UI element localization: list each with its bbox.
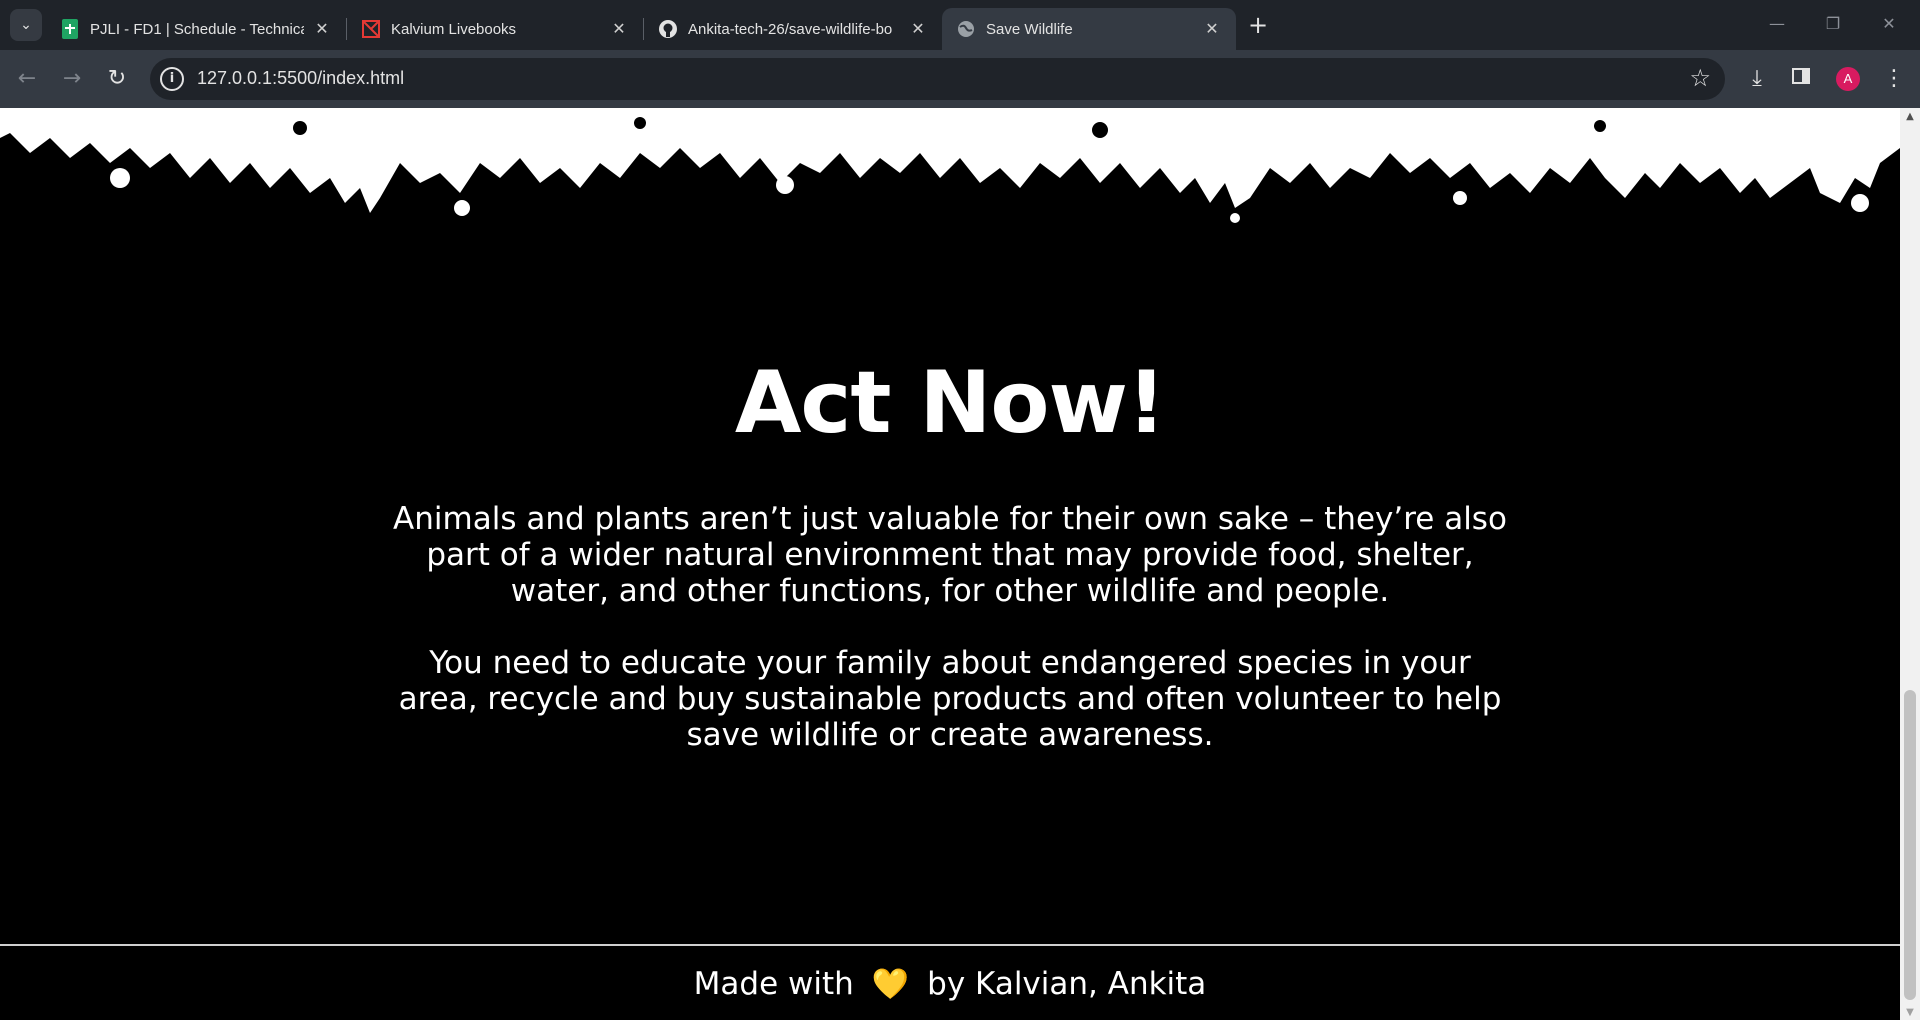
kalvium-icon <box>361 19 381 39</box>
scroll-down-arrow-icon[interactable]: ▼ <box>1904 1008 1916 1018</box>
footer: Made with 💛 by Kalvian, Ankita <box>0 966 1900 1002</box>
footer-prefix: Made with <box>693 966 854 1002</box>
reload-icon: ↻ <box>107 66 127 91</box>
bookmark-star-icon[interactable]: ☆ <box>1689 64 1711 92</box>
close-icon[interactable]: ✕ <box>312 19 332 39</box>
address-bar[interactable]: i 127.0.0.1:5500/index.html ☆ <box>150 58 1725 100</box>
tab-github-repo[interactable]: Ankita-tech-26/save-wildlife-bo ✕ <box>644 8 942 50</box>
minimize-button[interactable]: — <box>1757 10 1797 38</box>
plus-icon: + <box>1247 11 1269 39</box>
action-paragraph: You need to educate your family about en… <box>398 645 1502 753</box>
restore-icon: ❐ <box>1825 14 1841 33</box>
side-panel-icon <box>1792 66 1810 91</box>
globe-icon <box>956 19 976 39</box>
vertical-scrollbar[interactable]: ▲ ▼ <box>1900 108 1920 1020</box>
side-panel-button[interactable] <box>1786 64 1816 94</box>
close-icon[interactable]: ✕ <box>908 19 928 39</box>
tab-pjli-schedule[interactable]: PJLI - FD1 | Schedule - Technica ✕ <box>46 8 346 50</box>
tab-kalvium-livebooks[interactable]: Kalvium Livebooks ✕ <box>347 8 643 50</box>
page-viewport: Act Now! Animals and plants aren’t just … <box>0 108 1900 1020</box>
restore-button[interactable]: ❐ <box>1813 10 1853 38</box>
github-icon <box>658 19 678 39</box>
page-title: Act Now! <box>734 353 1166 453</box>
paint-splatter-decoration <box>0 108 1900 223</box>
tab-title: Save Wildlife <box>986 20 1073 38</box>
close-icon[interactable]: ✕ <box>1202 19 1222 39</box>
chevron-down-icon: ⌄ <box>20 17 32 33</box>
footer-credit: by Kalvian, Ankita <box>927 966 1207 1002</box>
tab-save-wildlife[interactable]: Save Wildlife ✕ <box>942 8 1236 50</box>
new-tab-button[interactable]: + <box>1244 12 1272 40</box>
tab-search-button[interactable]: ⌄ <box>10 9 42 41</box>
heart-icon: 💛 <box>871 967 910 1002</box>
tab-title: PJLI - FD1 | Schedule - Technica <box>90 20 304 38</box>
minimize-icon: — <box>1769 14 1785 33</box>
browser-window: ⌄ PJLI - FD1 | Schedule - Technica ✕ Kal… <box>0 0 1920 1020</box>
tab-strip: ⌄ PJLI - FD1 | Schedule - Technica ✕ Kal… <box>0 0 1920 50</box>
forward-button[interactable]: → <box>57 64 87 94</box>
intro-paragraph: Animals and plants aren’t just valuable … <box>393 501 1507 609</box>
more-vertical-icon: ⋮ <box>1883 66 1905 91</box>
close-icon[interactable]: ✕ <box>609 19 629 39</box>
tab-title: Ankita-tech-26/save-wildlife-bo <box>688 20 893 38</box>
close-window-button[interactable]: ✕ <box>1869 10 1909 38</box>
scroll-up-arrow-icon[interactable]: ▲ <box>1904 112 1916 122</box>
profile-avatar[interactable]: A <box>1836 67 1860 91</box>
google-sheets-icon <box>60 19 80 39</box>
toolbar: ← → ↻ i 127.0.0.1:5500/index.html ☆ ⤓ A … <box>0 50 1920 108</box>
reload-button[interactable]: ↻ <box>102 64 132 94</box>
url-text[interactable]: 127.0.0.1:5500/index.html <box>197 68 404 89</box>
back-button[interactable]: ← <box>12 64 42 94</box>
tab-title: Kalvium Livebooks <box>391 20 517 38</box>
scrollbar-thumb[interactable] <box>1904 690 1916 1000</box>
downloads-button[interactable]: ⤓ <box>1742 64 1772 94</box>
menu-button[interactable]: ⋮ <box>1879 64 1909 94</box>
download-icon: ⤓ <box>1752 66 1762 91</box>
close-icon: ✕ <box>1882 14 1896 33</box>
footer-divider <box>0 944 1900 946</box>
arrow-left-icon: ← <box>17 66 37 91</box>
arrow-right-icon: → <box>62 66 82 91</box>
site-info-icon[interactable]: i <box>160 67 184 91</box>
